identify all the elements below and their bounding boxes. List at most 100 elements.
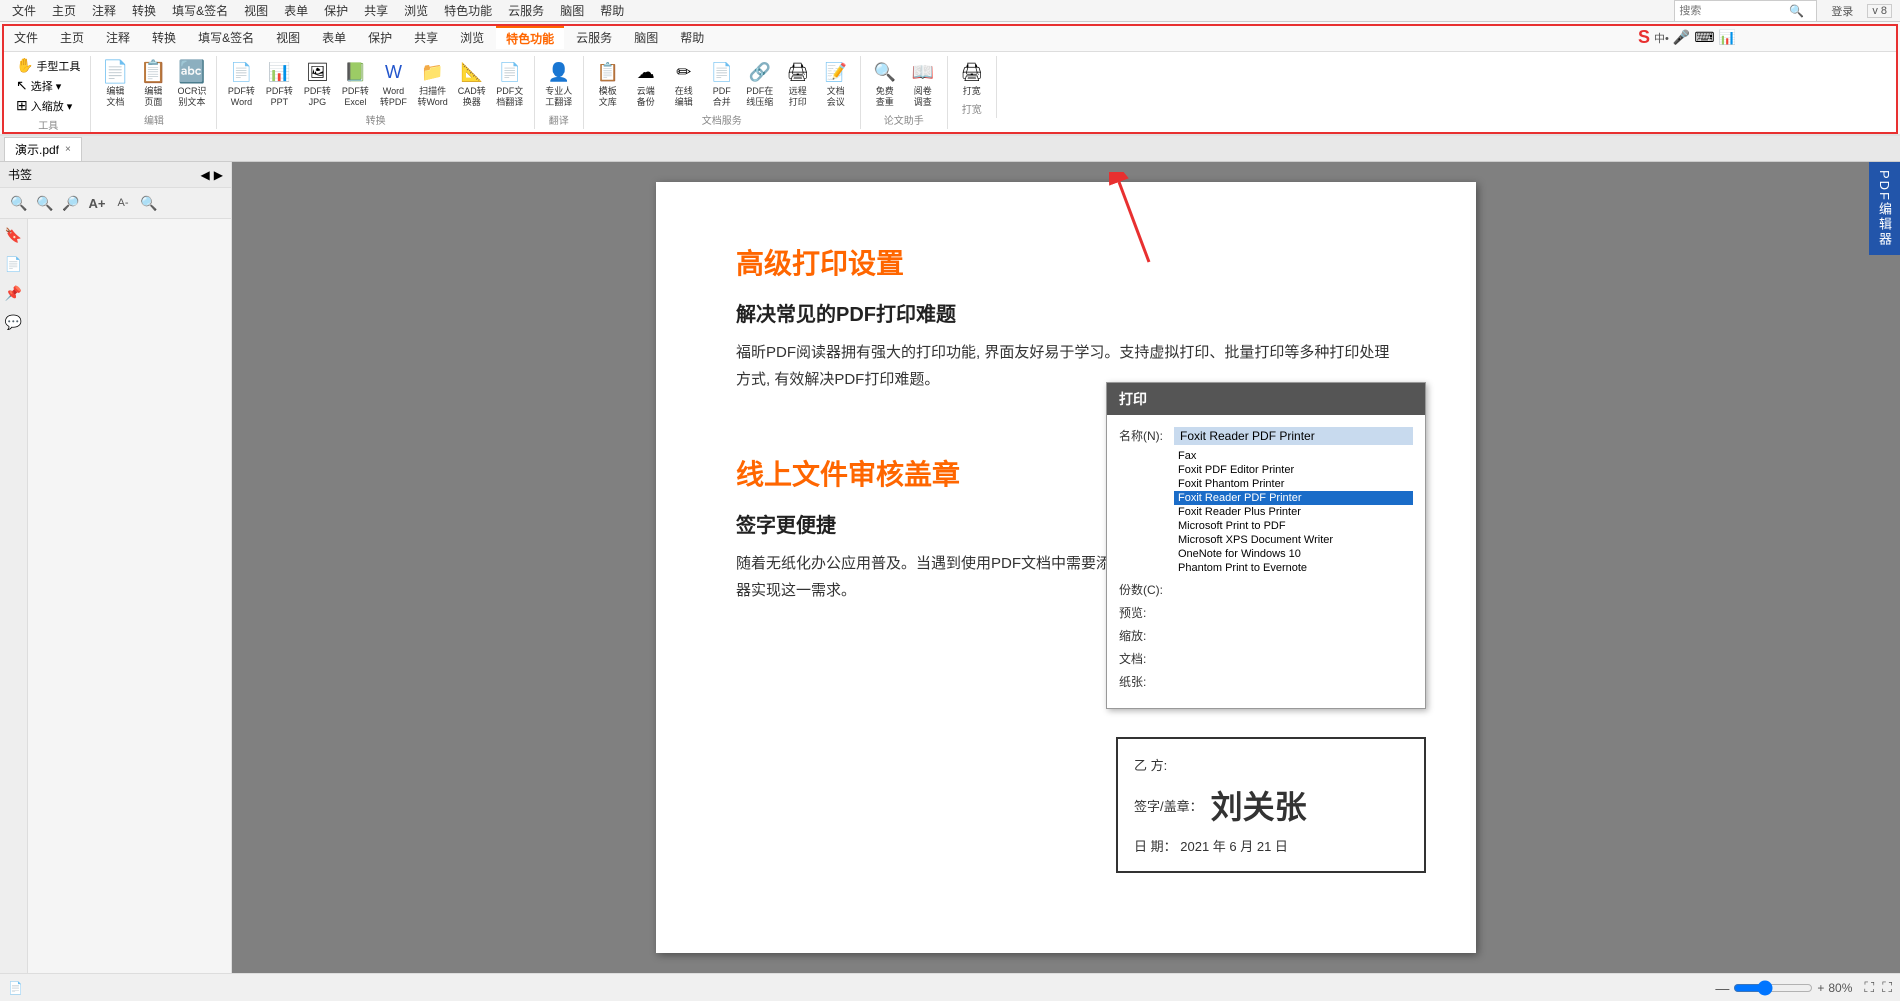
tab-share[interactable]: 共享: [404, 26, 448, 49]
cloud-backup-btn[interactable]: ☁ 云端备份: [628, 56, 664, 110]
sidebar-icon-2[interactable]: 📄: [5, 256, 22, 273]
zoom-btn[interactable]: ⊞ 入缩放 ▾: [12, 96, 84, 115]
human-translate-btn[interactable]: 👤 专业人工翻译: [541, 56, 577, 110]
tab-mindmap[interactable]: 脑图: [624, 26, 668, 49]
sidebar-tool-zoom-in[interactable]: 🔍: [8, 192, 30, 214]
survey-btn[interactable]: 📖 阅卷调查: [905, 56, 941, 110]
printer-ms-xps[interactable]: Microsoft XPS Document Writer: [1174, 533, 1413, 547]
doc-tab-close[interactable]: ×: [65, 144, 71, 155]
section1: 高级打印设置 解决常见的PDF打印难题 福昕PDF阅读器拥有强大的打印功能, 界…: [736, 242, 1396, 393]
tab-file[interactable]: 文件: [4, 26, 48, 49]
menu-item-sign[interactable]: 填写&签名: [164, 0, 236, 21]
pdf-merge-icon: 📄: [708, 58, 736, 86]
pdf-to-ppt-btn[interactable]: 📊 PDF转PPT: [261, 56, 297, 110]
tab-help[interactable]: 帮助: [670, 26, 714, 49]
survey-label: 阅卷调查: [914, 86, 932, 108]
printer-onenote[interactable]: OneNote for Windows 10: [1174, 547, 1413, 561]
sidebar-tool-fit[interactable]: 🔎: [60, 192, 82, 214]
pdf-compress-label: PDF在线压缩: [746, 86, 773, 108]
menu-item-mindmap[interactable]: 脑图: [552, 0, 592, 21]
zoom-plus[interactable]: +: [1817, 981, 1824, 995]
remote-print-btn[interactable]: 🖨 远程打印: [780, 56, 816, 110]
print-wide-btn[interactable]: 🖨 打宽: [954, 56, 990, 99]
sidebar-nav-next[interactable]: ▶: [214, 168, 223, 182]
cad-converter-btn[interactable]: 📐 CAD转换器: [454, 56, 490, 110]
pdf-compress-btn[interactable]: 🔗 PDF在线压缩: [742, 56, 778, 110]
select-btn[interactable]: ↖ 选择 ▾: [12, 76, 84, 95]
tab-annotation[interactable]: 注释: [96, 26, 140, 49]
sidebar-tool-font-large[interactable]: A+: [86, 192, 108, 214]
menu-item-browse[interactable]: 浏览: [396, 0, 436, 21]
doc-tab[interactable]: 演示.pdf ×: [4, 137, 82, 161]
printer-foxit-reader[interactable]: Foxit Reader PDF Printer: [1174, 491, 1413, 505]
search-input[interactable]: [1679, 5, 1779, 17]
ocr-btn[interactable]: 🔤 OCR识别文本: [173, 56, 210, 110]
menu-item-convert[interactable]: 转换: [124, 0, 164, 21]
menu-item-form[interactable]: 表单: [276, 0, 316, 21]
tab-browse[interactable]: 浏览: [450, 26, 494, 49]
ribbon-group-paper: 🔍 免费查重 📖 阅卷调查 论文助手: [863, 56, 948, 129]
pdf-translate-btn[interactable]: 📄 PDF文档翻译: [492, 56, 528, 110]
printer-foxit-editor[interactable]: Foxit PDF Editor Printer: [1174, 463, 1413, 477]
fullscreen-icon[interactable]: ⛶: [1864, 979, 1874, 996]
sidebar-icon-1[interactable]: 🔖: [5, 227, 22, 244]
hand-tool-btn[interactable]: ✋ 手型工具: [12, 56, 84, 75]
printer-phantom-evernote[interactable]: Phantom Print to Evernote: [1174, 561, 1413, 575]
translate-buttons: 👤 专业人工翻译: [541, 56, 577, 110]
sidebar-tool-zoom-out[interactable]: 🔍: [34, 192, 56, 214]
sidebar-tool-search[interactable]: 🔍: [138, 192, 160, 214]
menu-item-special[interactable]: 特色功能: [436, 0, 500, 21]
menu-item-home[interactable]: 主页: [44, 0, 84, 21]
printer-foxit-reader-plus[interactable]: Foxit Reader Plus Printer: [1174, 505, 1413, 519]
tab-home[interactable]: 主页: [50, 26, 94, 49]
sidebar-tool-font-small[interactable]: A-: [112, 192, 134, 214]
doc-meeting-icon: 📝: [822, 58, 850, 86]
menu-item-annotation[interactable]: 注释: [84, 0, 124, 21]
print-name-input[interactable]: Foxit Reader PDF Printer: [1174, 427, 1413, 445]
zoom-slider-input[interactable]: [1733, 980, 1813, 996]
printer-foxit-phantom[interactable]: Foxit Phantom Printer: [1174, 477, 1413, 491]
scan-to-word-btn[interactable]: 📁 扫描件转Word: [413, 56, 451, 110]
search-box[interactable]: 🔍: [1674, 0, 1817, 22]
survey-icon: 📖: [909, 58, 937, 86]
edit-page-btn[interactable]: 📋 编辑页面: [135, 56, 171, 110]
menu-item-view[interactable]: 视图: [236, 0, 276, 21]
edit-doc-btn[interactable]: 📄 编辑文档: [97, 56, 133, 110]
zoom-minus[interactable]: —: [1715, 980, 1729, 996]
tab-cloud[interactable]: 云服务: [566, 26, 622, 49]
menu-item-share[interactable]: 共享: [356, 0, 396, 21]
fit-icon[interactable]: ⛶: [1882, 979, 1892, 996]
template-btn[interactable]: 📋 模板文库: [590, 56, 626, 110]
tab-form[interactable]: 表单: [312, 26, 356, 49]
sidebar-icon-4[interactable]: 💬: [5, 314, 22, 331]
tab-fill-sign[interactable]: 填写&签名: [188, 26, 264, 49]
print-preview-row: 预览:: [1119, 604, 1413, 621]
check-duplicate-btn[interactable]: 🔍 免费查重: [867, 56, 903, 110]
doc-meeting-btn[interactable]: 📝 文档会议: [818, 56, 854, 110]
tab-protect[interactable]: 保护: [358, 26, 402, 49]
menu-item-protect[interactable]: 保护: [316, 0, 356, 21]
online-edit-btn[interactable]: ✏ 在线编辑: [666, 56, 702, 110]
printer-ms-pdf[interactable]: Microsoft Print to PDF: [1174, 519, 1413, 533]
printer-fax[interactable]: Fax: [1174, 449, 1413, 463]
pdf-merge-btn[interactable]: 📄 PDF合并: [704, 56, 740, 110]
pdf-to-word-btn[interactable]: 📄 PDF转Word: [223, 56, 259, 110]
login-text[interactable]: 登录: [1823, 1, 1861, 21]
sidebar-icon-3[interactable]: 📌: [5, 285, 22, 302]
menu-item-file[interactable]: 文件: [4, 0, 44, 21]
tab-special[interactable]: 特色功能: [496, 26, 564, 49]
toolbar-chart[interactable]: 📊: [1719, 29, 1736, 46]
sidebar: 书签 ◀ ▶ 🔍 🔍 🔎 A+ A- 🔍 🔖 📄 📌 💬: [0, 162, 232, 973]
tab-view[interactable]: 视图: [266, 26, 310, 49]
menu-item-help[interactable]: 帮助: [592, 0, 632, 21]
toolbar-mic[interactable]: 🎤: [1673, 29, 1690, 46]
menu-item-cloud[interactable]: 云服务: [500, 0, 552, 21]
pdf-editor-label[interactable]: PDF编辑器: [1869, 162, 1900, 255]
pdf-to-excel-btn[interactable]: 📗 PDF转Excel: [337, 56, 373, 110]
pdf-to-jpg-btn[interactable]: 🖼 PDF转JPG: [299, 56, 335, 110]
tab-convert[interactable]: 转换: [142, 26, 186, 49]
toolbar-keyboard[interactable]: ⌨: [1694, 29, 1714, 46]
word-to-pdf-btn[interactable]: W Word转PDF: [375, 56, 411, 110]
check-dup-label: 免费查重: [876, 86, 894, 108]
sidebar-nav-prev[interactable]: ◀: [201, 168, 210, 182]
